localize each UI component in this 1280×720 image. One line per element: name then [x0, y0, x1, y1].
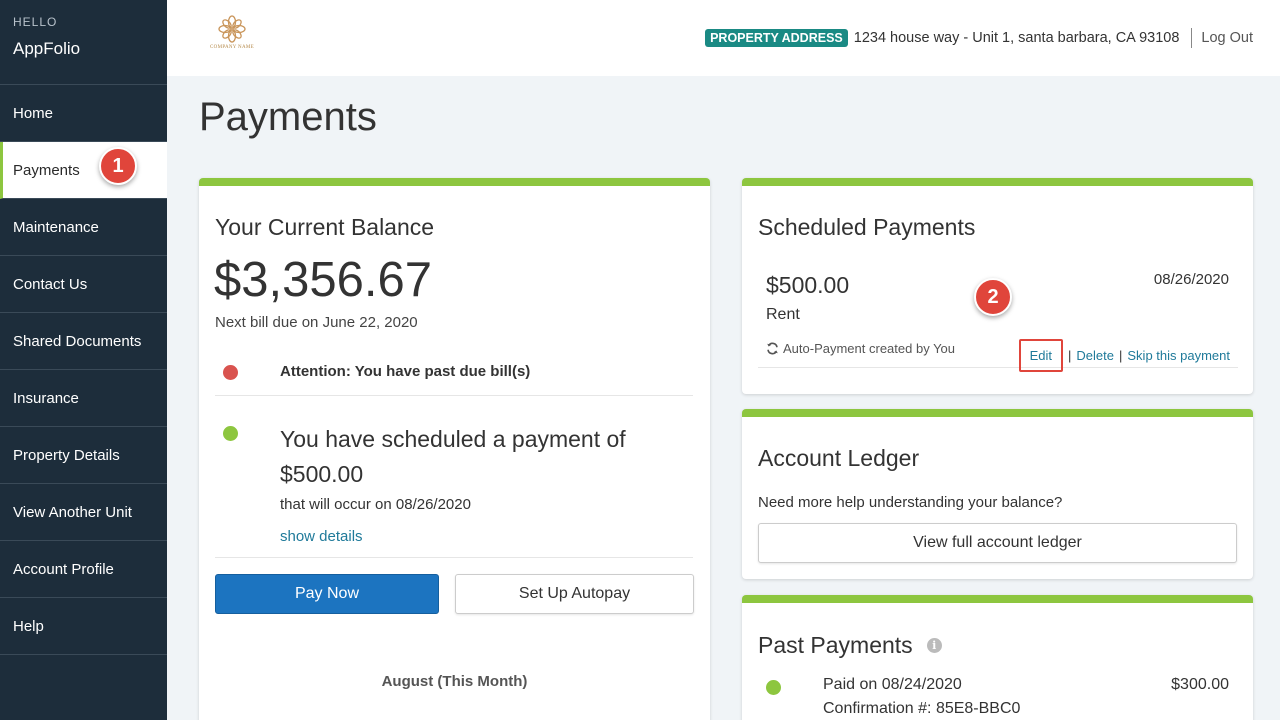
scheduled-payment-notice: You have scheduled a payment of $500.00 … — [215, 411, 693, 558]
sidebar-item-help[interactable]: Help — [0, 598, 167, 655]
sidebar-item-property-details[interactable]: Property Details — [0, 427, 167, 484]
logo-text: COMPANY NAME — [210, 45, 254, 50]
past-payments-title: Past Payments i — [758, 632, 942, 659]
scheduled-payments-title: Scheduled Payments — [758, 214, 976, 240]
ledger-title: Account Ledger — [758, 445, 920, 471]
edit-highlight-box: Edit — [1018, 339, 1064, 372]
sidebar-item-home[interactable]: Home — [0, 85, 167, 142]
brand-block: HELLO AppFolio — [0, 0, 167, 85]
scheduled-payment-amount: $500.00 — [280, 461, 364, 487]
ledger-help-text: Need more help understanding your balanc… — [758, 494, 1063, 511]
edit-link[interactable]: Edit — [1030, 348, 1052, 363]
property-address: 1234 house way - Unit 1, santa barbara, … — [853, 30, 1180, 46]
auto-payment-info: Auto-Payment created by You — [766, 341, 955, 356]
refresh-icon — [767, 342, 778, 355]
separator: | — [1068, 348, 1072, 363]
green-status-dot-icon — [223, 426, 238, 441]
step-1-badge: 1 — [99, 147, 137, 185]
past-payments-card: Past Payments i Paid on 08/24/2020 Confi… — [742, 595, 1253, 720]
sidebar-item-account-profile[interactable]: Account Profile — [0, 541, 167, 598]
greeting: HELLO — [13, 15, 58, 29]
logo-flower-icon — [218, 15, 246, 43]
top-header: COMPANY NAME PROPERTY ADDRESS 1234 house… — [167, 0, 1280, 76]
sidebar-item-shared-documents[interactable]: Shared Documents — [0, 313, 167, 370]
property-address-badge: PROPERTY ADDRESS — [705, 29, 848, 47]
header-divider — [1191, 28, 1193, 48]
skip-payment-link[interactable]: Skip this payment — [1127, 348, 1230, 363]
sidebar-item-contact-us[interactable]: Contact Us — [0, 256, 167, 313]
past-payment-date: Paid on 08/24/2020 — [823, 676, 962, 693]
brand-name: AppFolio — [13, 39, 81, 58]
scheduled-type: Rent — [766, 306, 800, 323]
current-balance-card: Your Current Balance $3,356.67 Next bill… — [199, 178, 710, 720]
past-due-alert: Attention: You have past due bill(s) — [215, 346, 693, 396]
account-ledger-card: Account Ledger Need more help understand… — [742, 409, 1253, 579]
company-logo[interactable]: COMPANY NAME — [207, 15, 257, 57]
sidebar-item-insurance[interactable]: Insurance — [0, 370, 167, 427]
month-label: August (This Month) — [381, 673, 528, 690]
auto-payment-text: Auto-Payment created by You — [783, 341, 956, 356]
scheduled-payment-row: Auto-Payment created by You Edit | Delet… — [758, 326, 1238, 372]
balance-title: Your Current Balance — [215, 214, 435, 240]
green-status-dot-icon — [766, 680, 781, 695]
sidebar-item-maintenance[interactable]: Maintenance — [0, 199, 167, 256]
delete-link[interactable]: Delete — [1076, 348, 1114, 363]
balance-amount: $3,356.67 — [214, 253, 432, 307]
view-ledger-button[interactable]: View full account ledger — [758, 523, 1237, 563]
past-payment-amount: $300.00 — [1171, 676, 1229, 693]
logout-link[interactable]: Log Out — [1201, 30, 1253, 46]
scheduled-actions: Edit | Delete | Skip this payment — [1018, 339, 1230, 372]
next-bill-due: Next bill due on June 22, 2020 — [215, 314, 418, 331]
scheduled-date: 08/26/2020 — [1153, 271, 1229, 288]
sidebar: HELLO AppFolio Home Payments Maintenance… — [0, 0, 167, 720]
page-title: Payments — [199, 95, 377, 139]
past-payments-title-text: Past Payments — [758, 632, 913, 658]
scheduled-payment-date: that will occur on 08/26/2020 — [280, 496, 471, 513]
step-2-badge: 2 — [974, 278, 1012, 316]
setup-autopay-button[interactable]: Set Up Autopay — [455, 574, 694, 614]
red-status-dot-icon — [223, 365, 238, 380]
pay-now-button[interactable]: Pay Now — [215, 574, 439, 614]
past-payment-confirmation: Confirmation #: 85E8-BBC0 — [823, 700, 1021, 717]
scheduled-amount: $500.00 — [766, 272, 850, 298]
separator: | — [1119, 348, 1123, 363]
scheduled-payment-line: You have scheduled a payment of — [280, 426, 626, 452]
past-due-text: Attention: You have past due bill(s) — [280, 363, 531, 380]
scheduled-payment-text: You have scheduled a payment of $500.00 — [280, 422, 680, 492]
sidebar-item-view-another-unit[interactable]: View Another Unit — [0, 484, 167, 541]
address-bar: PROPERTY ADDRESS 1234 house way - Unit 1… — [705, 28, 1253, 48]
info-icon[interactable]: i — [926, 638, 942, 653]
sidebar-item-payments[interactable]: Payments — [0, 142, 167, 199]
show-details-link[interactable]: show details — [280, 528, 363, 545]
